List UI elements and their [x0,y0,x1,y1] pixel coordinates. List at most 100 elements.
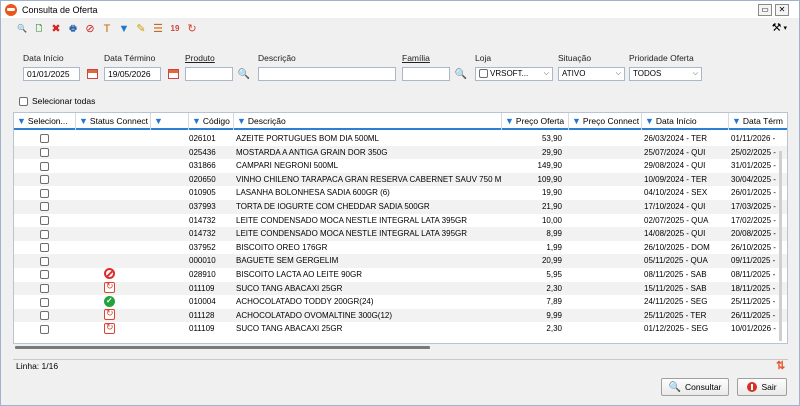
table-row[interactable]: 037993 TORTA DE IOGURTE COM CHEDDAR SADIA… [14,200,787,214]
column-header[interactable]: ▼ Descrição [234,113,502,130]
row-checkbox[interactable] [40,147,49,157]
filter-icon[interactable]: ▼ [79,116,88,126]
prioridade-select[interactable]: TODOS ⌵ [629,67,702,81]
filter-icon[interactable]: ▼ [117,22,131,36]
filter-icon[interactable]: ▼ [645,116,654,126]
row-checkbox[interactable] [40,270,49,280]
select-cell[interactable] [40,146,54,160]
row-checkbox[interactable] [40,134,49,144]
column-header[interactable]: ▼ Preço Oferta [502,113,569,130]
row-checkbox[interactable] [40,175,49,185]
tools-menu[interactable]: ⚒ ▾ [772,21,787,34]
row-checkbox[interactable] [40,243,49,253]
filter-icon[interactable]: ▼ [572,116,581,126]
select-cell[interactable] [40,200,54,214]
filter-icon[interactable]: ▼ [154,116,163,126]
consultar-button[interactable]: 🔍 Consultar [661,378,729,396]
select-all[interactable]: Selecionar todas [19,96,95,106]
select-cell[interactable] [40,132,54,146]
familia-label[interactable]: Família [402,53,430,63]
column-header[interactable]: ▼ Data Início [642,113,729,130]
row-checkbox[interactable] [40,297,49,307]
print-icon[interactable]: 🖶 [66,22,80,36]
table-row[interactable]: 028910 BISCOITO LACTA AO LEITE 90GR 5,95 08… [14,268,787,282]
search-icon[interactable]: 🔍 [454,67,468,81]
select-cell[interactable] [40,295,54,309]
table-row[interactable]: 000010 BAGUETE SEM GERGELIM 20,99 05/11/202… [14,254,787,268]
table-row[interactable]: 011109 SUCO TANG ABACAXI 25GR 2,30 15/11/20… [14,281,787,296]
filter-icon[interactable]: ▼ [17,116,26,126]
filter-icon[interactable]: ▼ [192,116,201,126]
calendar-icon[interactable] [166,67,180,81]
data-termino-field[interactable]: 19/05/2026 [104,67,161,81]
data-inicio-field[interactable]: 01/01/2025 [23,67,80,81]
column-header[interactable]: ▼ [151,113,189,130]
horizontal-scrollbar[interactable] [15,346,430,349]
exit-button[interactable]: Sair [737,378,787,396]
list-icon[interactable]: ☰ [151,22,165,36]
table-row[interactable]: 010905 LASANHA BOLONHESA SADIA 600GR (6) 1… [14,186,787,200]
loja-select[interactable]: VRSOFT... ⌵ [475,67,553,81]
sync-icon[interactable]: ↻ [185,22,199,36]
row-checkbox[interactable] [40,324,49,334]
table-row[interactable]: 011128 ACHOCOLATADO OVOMALTINE 300G(12) 9,… [14,308,787,323]
select-cell[interactable] [40,214,54,228]
row-checkbox[interactable] [40,188,49,198]
row-checkbox[interactable] [40,229,49,239]
row-checkbox[interactable] [40,311,49,321]
select-cell[interactable] [40,309,54,323]
close-button[interactable]: ✕ [775,4,789,16]
column-header[interactable]: ▼ Status Connect [76,113,151,130]
row-checkbox[interactable] [40,283,49,293]
table-row[interactable]: 020650 VINHO CHILENO TARAPACA GRAN RESERV… [14,172,787,187]
consult-icon[interactable]: 🔍 [15,22,29,36]
sort-icon[interactable]: ⇅ [776,359,785,372]
row-checkbox[interactable] [40,202,49,212]
select-cell[interactable] [40,282,54,296]
cancel-icon[interactable]: ⊘ [83,22,97,36]
select-cell[interactable] [40,322,54,336]
row-checkbox[interactable] [40,256,49,266]
select-cell[interactable] [40,241,54,255]
select-cell[interactable] [40,173,54,187]
column-header[interactable]: ▼ Preço Connect [569,113,642,130]
familia-field[interactable] [402,67,450,81]
delete-icon[interactable]: ✖ [49,22,63,36]
column-header[interactable]: ▼ Código [189,113,234,130]
column-header[interactable]: ▼ Data Térm [729,113,787,130]
table-row[interactable]: 010004 ACHOCOLATADO TODDY 200GR(24) 7,89 24… [14,295,787,309]
produto-label[interactable]: Produto [185,53,215,63]
filter-icon[interactable]: ▼ [732,116,741,126]
loja-checkbox[interactable] [479,69,488,78]
filter-icon[interactable]: ▼ [505,116,514,126]
table-row[interactable]: 014732 LEITE CONDENSADO MOCA NESTLE INTEG… [14,214,787,228]
table-row[interactable]: 011109 SUCO TANG ABACAXI 25GR 2,30 01/12/20… [14,322,787,336]
table-row[interactable]: 031866 CAMPARI NEGRONI 500ML 149,90 29/08/2… [14,159,787,173]
select-cell[interactable] [40,186,54,200]
table-row[interactable]: 037952 BISCOITO OREO 176GR 1,99 26/10/2025 … [14,241,787,255]
filter-icon[interactable]: ▼ [237,116,246,126]
select-all-checkbox[interactable] [19,96,28,106]
search-icon[interactable]: 🔍 [237,67,251,81]
table-row[interactable]: 026101 AZEITE PORTUGUES BOM DIA 500ML 53,9… [14,132,787,146]
edit-icon[interactable]: ✎ [134,22,148,36]
row-checkbox[interactable] [40,215,49,225]
row-checkbox[interactable] [40,161,49,171]
select-cell[interactable] [40,268,54,282]
restore-button[interactable]: ▭ [758,4,772,16]
calendar-icon[interactable]: 19 [168,22,182,36]
column-header[interactable]: ▼ Selecion... [14,113,76,130]
descricao-field[interactable] [258,67,396,81]
produto-field[interactable] [185,67,233,81]
new-doc-icon[interactable]: 🗋 [32,22,46,36]
select-cell[interactable] [40,159,54,173]
cell-codigo: 010004 [189,297,216,307]
situacao-select[interactable]: ATIVO ⌵ [558,67,625,81]
vertical-scrollbar[interactable] [779,151,782,341]
text-format-icon[interactable]: T [100,22,114,36]
table-row[interactable]: 014732 LEITE CONDENSADO MOCA NESTLE INTEG… [14,227,787,241]
table-row[interactable]: 025436 MOSTARDA A ANTIGA GRAIN DOR 350G 29… [14,145,787,160]
calendar-icon[interactable] [85,67,99,81]
select-cell[interactable] [40,254,54,268]
select-cell[interactable] [40,227,54,241]
